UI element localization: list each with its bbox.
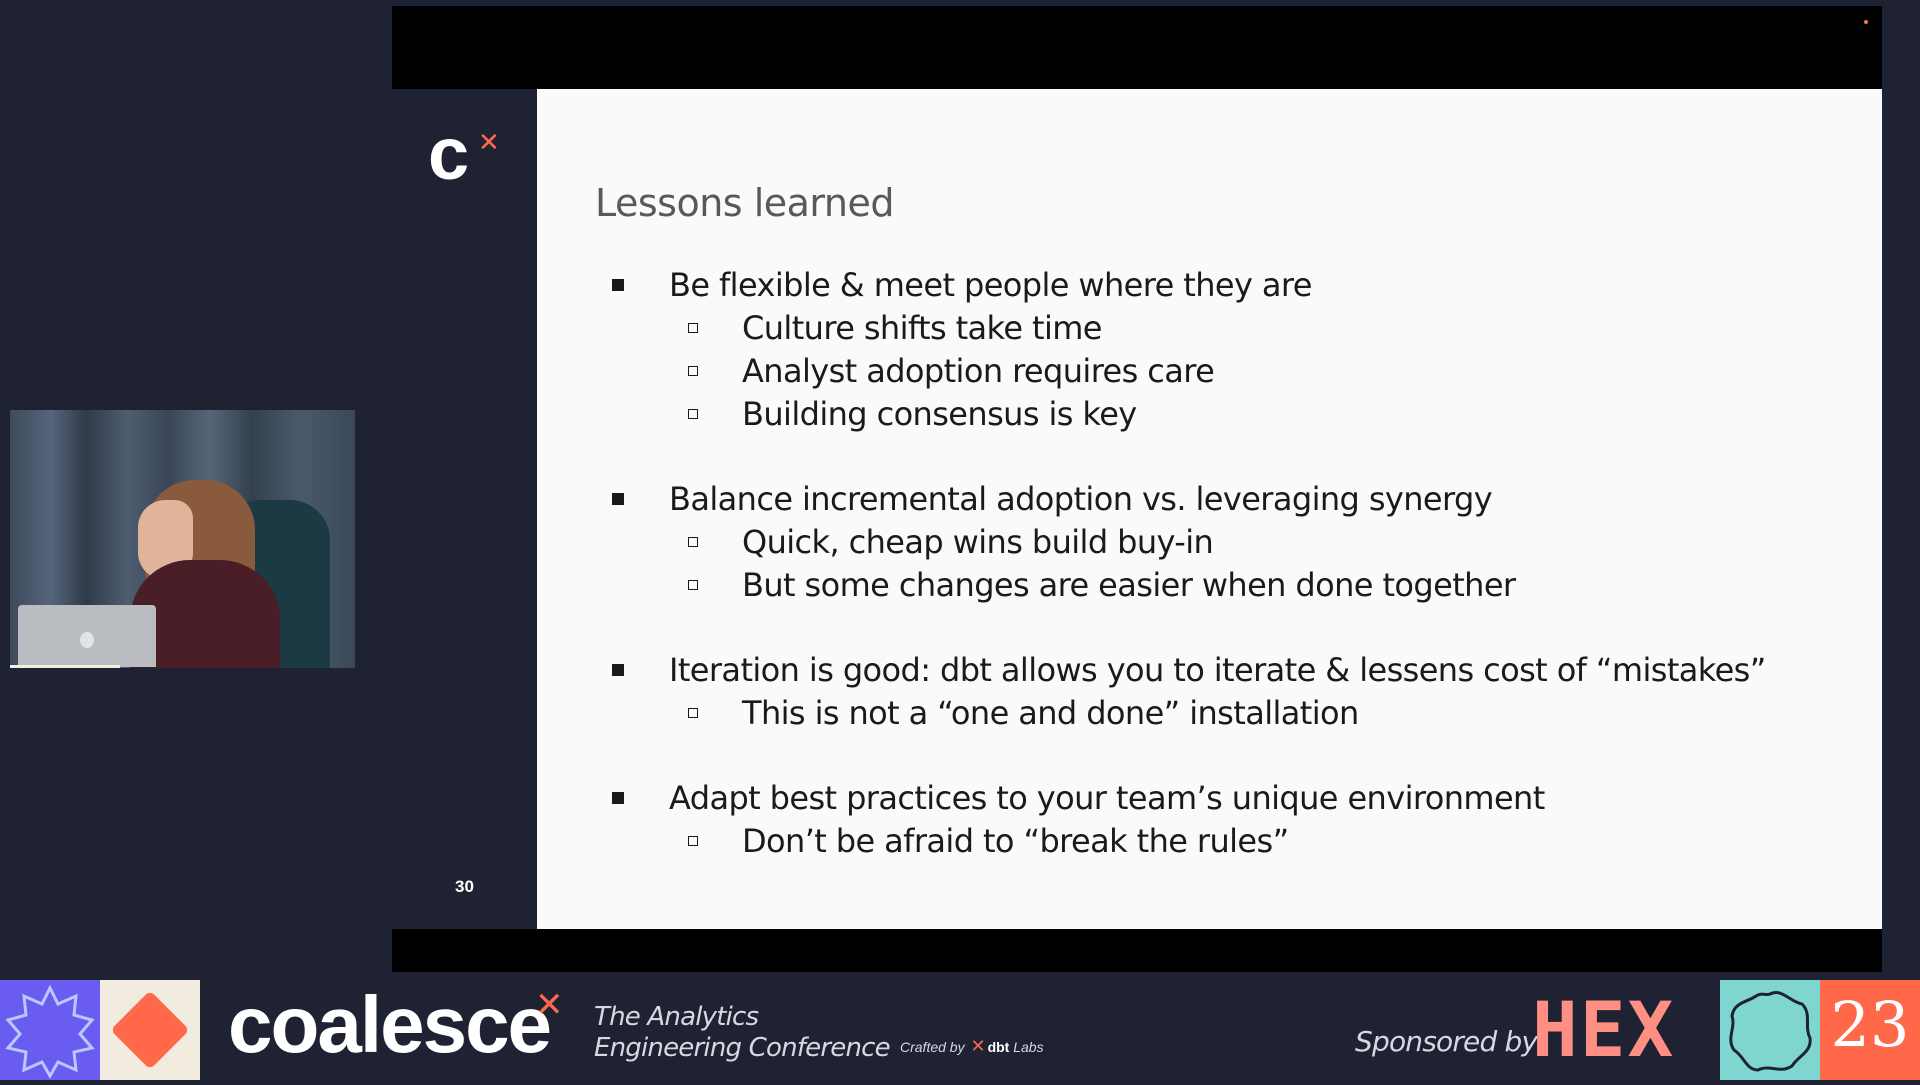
sub-bullet-item: But some changes are easier when done to… [612,564,1862,607]
bullet-group: Balance incremental adoption vs. leverag… [612,478,1862,607]
filled-square-icon [612,664,624,676]
conference-banner: coalesce ✕ The Analytics Engineering Con… [0,980,1920,1080]
recording-dot-icon [1864,20,1868,24]
blob-badge-icon [1720,980,1820,1080]
speaker-video [10,410,355,668]
bullet-list: Be flexible & meet people where they are… [612,264,1862,905]
conference-tagline: The Analytics Engineering Conference [594,1002,891,1063]
filled-square-icon [612,493,624,505]
hollow-square-icon [688,836,698,846]
bullet-item: Adapt best practices to your team’s uniq… [612,777,1862,820]
sub-bullet-item: This is not a “one and done” installatio… [612,692,1862,735]
sub-bullet-item: Quick, cheap wins build buy-in [612,521,1862,564]
coalesce-c-logo-icon: c ✕ [428,112,500,195]
star-badge-icon [0,980,100,1080]
slide-title: Lessons learned [595,181,894,225]
hex-sponsor-logo: HEX [1532,985,1676,1074]
crafted-by-label: Crafted by ✕ dbt Labs [900,1036,1044,1056]
bullet-group: Iteration is good: dbt allows you to ite… [612,649,1862,735]
hollow-square-icon [688,708,698,718]
apple-logo-icon [80,632,94,648]
filled-square-icon [612,279,624,291]
bullet-item: Iteration is good: dbt allows you to ite… [612,649,1862,692]
sub-bullet-item: Don’t be afraid to “break the rules” [612,820,1862,863]
dbt-x-icon: ✕ [970,1036,986,1056]
bullet-item: Be flexible & meet people where they are [612,264,1862,307]
hollow-square-icon [688,409,698,419]
hollow-square-icon [688,323,698,333]
hollow-square-icon [688,366,698,376]
slide-number: 30 [455,877,474,896]
year-badge: 23 [1820,980,1920,1080]
filled-square-icon [612,792,624,804]
sub-bullet-item: Building consensus is key [612,393,1862,436]
slide-frame: c ✕ 30 Lessons learned Be flexible & mee… [392,6,1882,972]
coalesce-x-icon: ✕ [535,986,564,1024]
hollow-square-icon [688,580,698,590]
coalesce-logo: coalesce [228,980,552,1069]
slide-content: Lessons learned Be flexible & meet peopl… [537,89,1882,929]
slide-sidebar: c ✕ 30 [392,89,537,929]
diamond-badge-icon [100,980,200,1080]
sub-bullet-item: Culture shifts take time [612,307,1862,350]
bullet-group: Adapt best practices to your team’s uniq… [612,777,1862,863]
hollow-square-icon [688,537,698,547]
sponsored-by-label: Sponsored by [1355,1025,1538,1058]
bullet-group: Be flexible & meet people where they are… [612,264,1862,436]
sub-bullet-item: Analyst adoption requires care [612,350,1862,393]
bullet-item: Balance incremental adoption vs. leverag… [612,478,1862,521]
